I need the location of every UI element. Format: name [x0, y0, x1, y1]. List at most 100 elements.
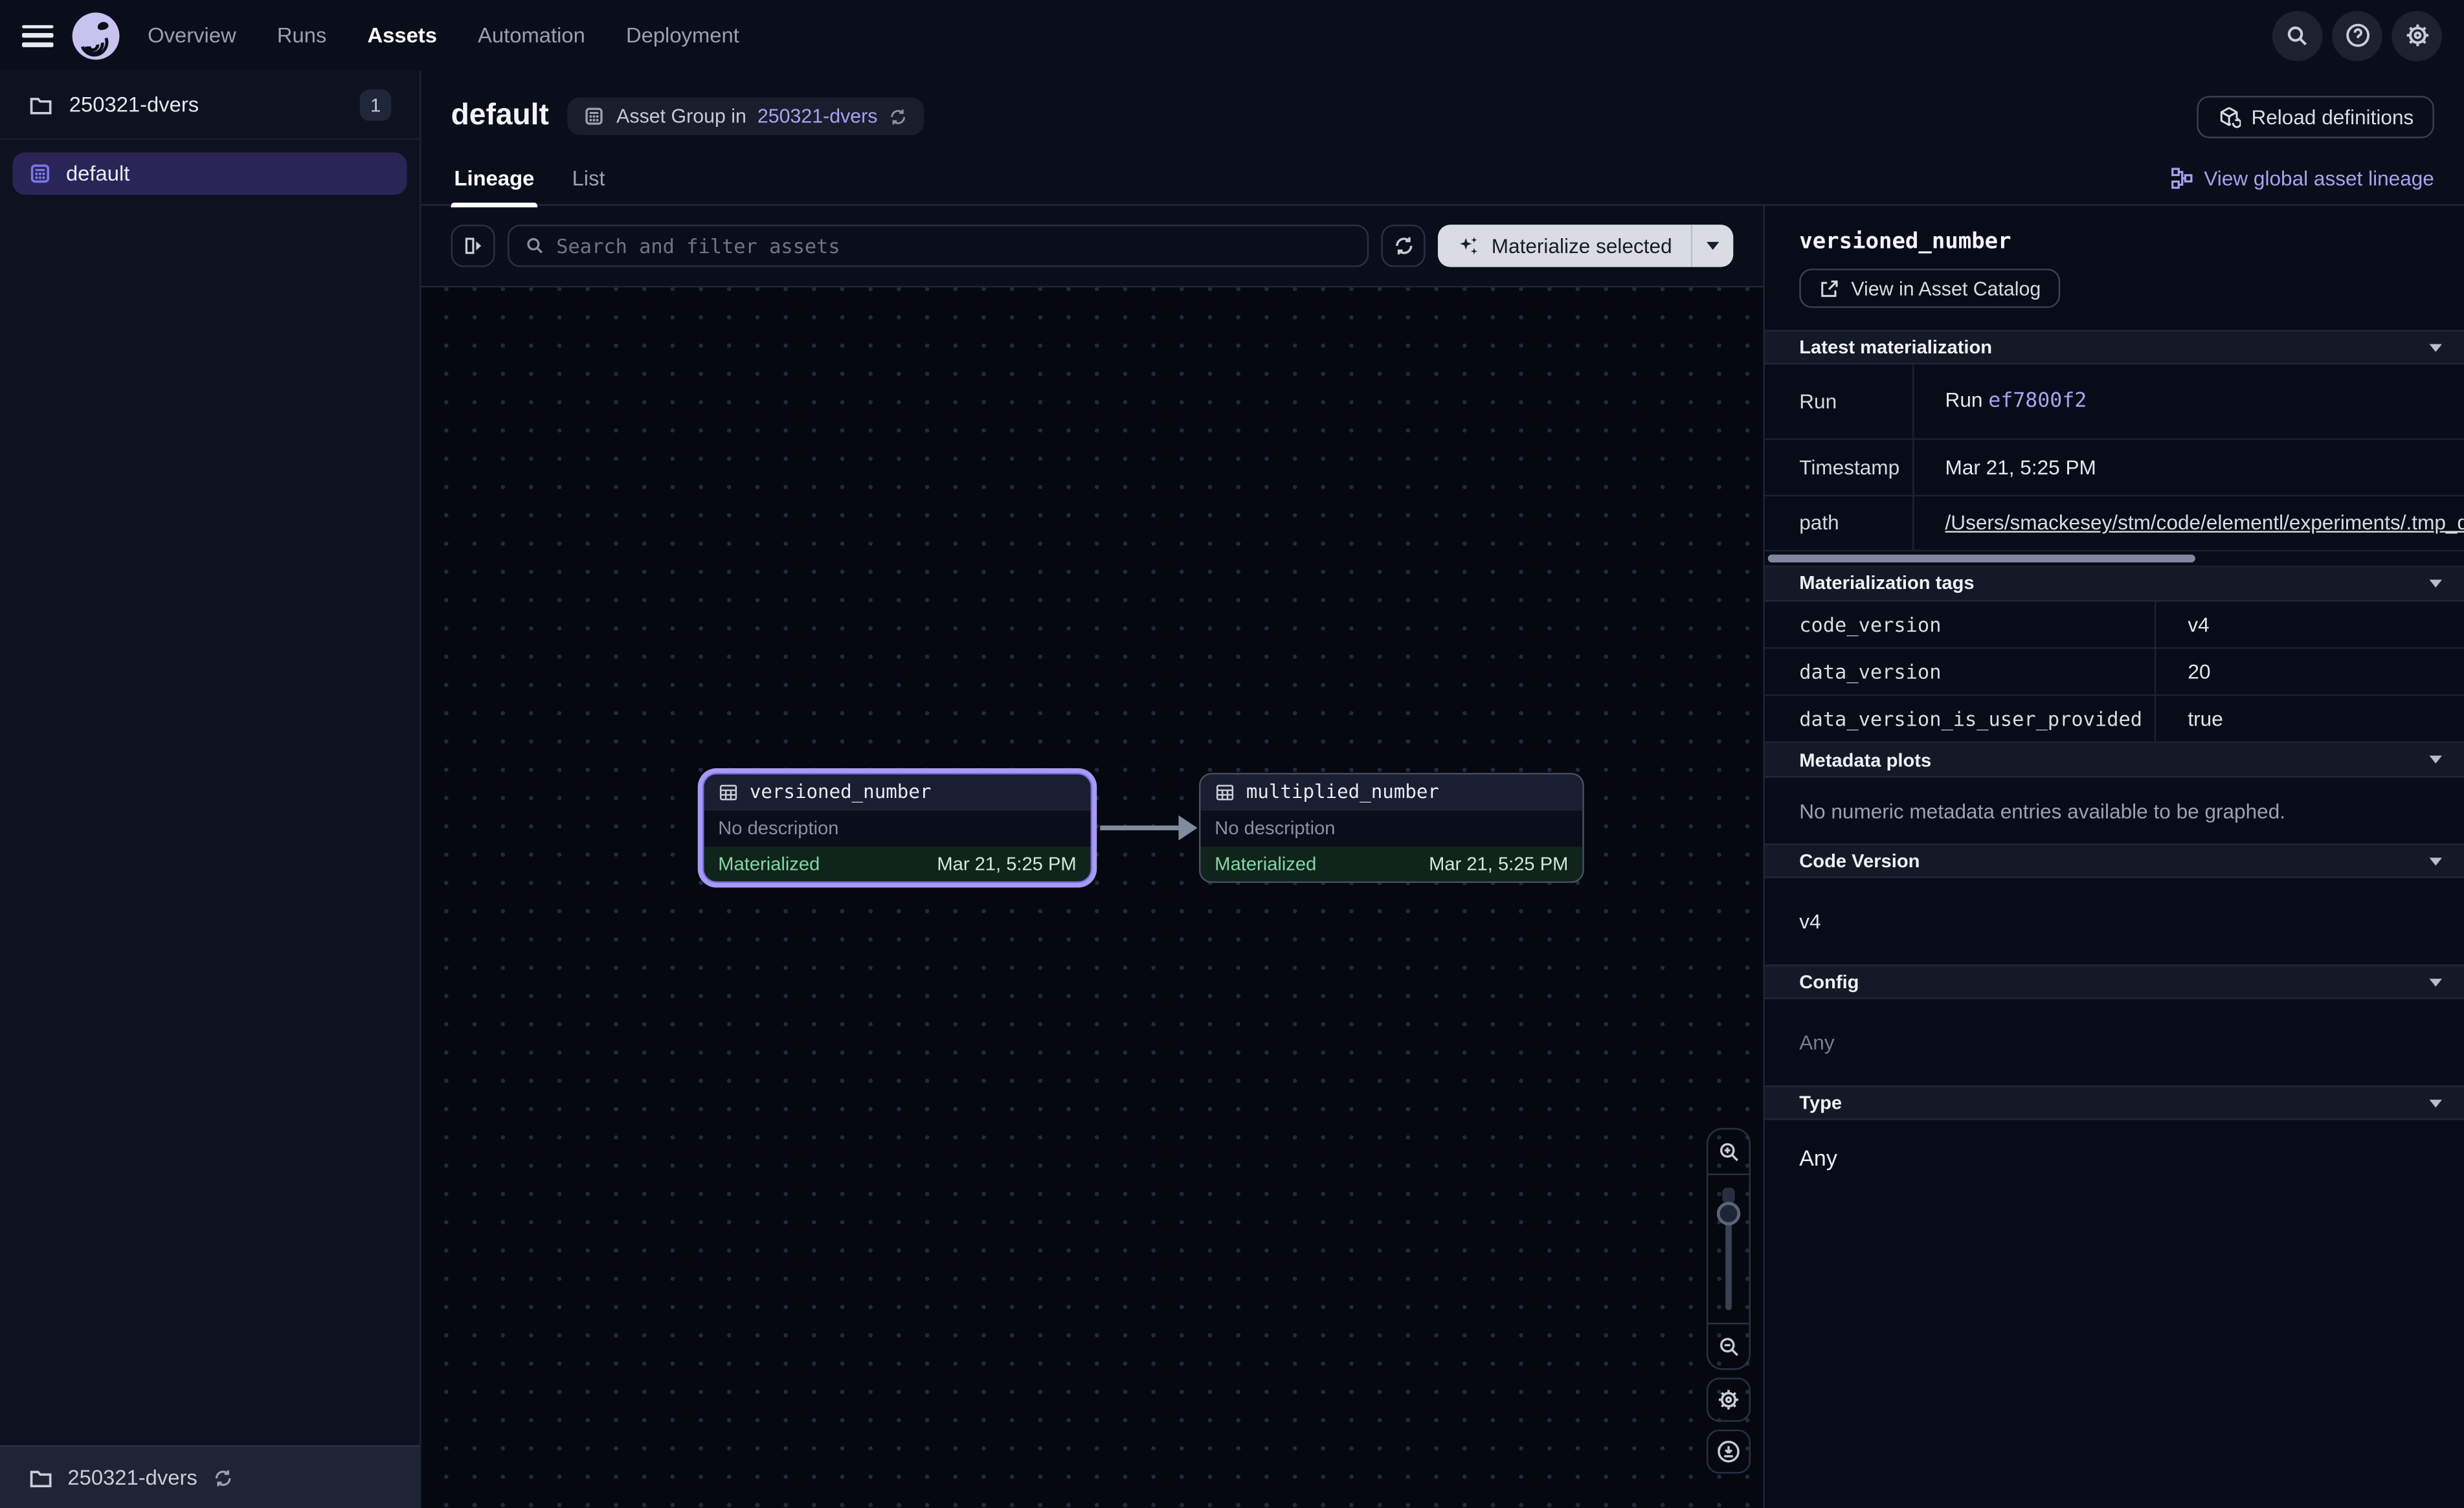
- lineage-toolbar: Materialize selected: [421, 206, 1764, 287]
- materialization-tags-table: code_version v4 data_version 20 data_ver…: [1765, 601, 2464, 743]
- section-metadata-plots[interactable]: Metadata plots: [1765, 743, 2464, 777]
- chevron-down-icon: [1707, 242, 1719, 250]
- sidebar-footer-repo[interactable]: 250321-dvers: [0, 1445, 420, 1508]
- asset-node-multiplied-number[interactable]: multiplied_number No description Materia…: [1199, 773, 1584, 883]
- collapse-triangle-icon[interactable]: [2430, 1099, 2442, 1107]
- config-value: Any: [1765, 999, 2464, 1086]
- table-row: data_version 20: [1765, 648, 2464, 695]
- zoom-in-button[interactable]: [1708, 1129, 1749, 1173]
- section-title: Materialization tags: [1799, 572, 1974, 594]
- table-icon: [1215, 782, 1235, 803]
- section-config[interactable]: Config: [1765, 964, 2464, 999]
- refresh-icon: [1392, 234, 1415, 258]
- nav-item-runs[interactable]: Runs: [277, 23, 326, 47]
- view-global-asset-lineage-label: View global asset lineage: [2204, 166, 2434, 190]
- help-button[interactable]: [2332, 10, 2382, 61]
- gear-icon: [1716, 1387, 1742, 1412]
- sidebar: 250321-dvers 1 default 250321-dvers: [0, 71, 421, 1508]
- materialize-selected-button[interactable]: Materialize selected: [1438, 225, 1691, 267]
- reload-cube-icon: [2217, 104, 2240, 128]
- view-in-asset-catalog-button[interactable]: View in Asset Catalog: [1799, 269, 2059, 308]
- sidebar-group-count-badge: 1: [360, 89, 392, 120]
- nav-item-overview[interactable]: Overview: [148, 23, 236, 47]
- asset-node-description: No description: [704, 809, 1090, 847]
- gear-icon: [2404, 22, 2430, 49]
- asset-search-input[interactable]: [556, 234, 1351, 258]
- tab-bar: Lineage List View global asset lineage: [451, 146, 2434, 206]
- nav-links: Overview Runs Assets Automation Deployme…: [148, 23, 739, 47]
- row-label: Run: [1765, 364, 1913, 438]
- open-panel-button[interactable]: [451, 225, 495, 267]
- path-link[interactable]: /Users/smackesey/stm/code/elementl/exper…: [1945, 511, 2464, 534]
- materialize-selected-label: Materialize selected: [1492, 234, 1672, 258]
- asset-node-versioned-number[interactable]: versioned_number No description Material…: [702, 773, 1092, 883]
- nav-item-deployment[interactable]: Deployment: [626, 23, 739, 47]
- asset-node-status: Materialized: [718, 853, 820, 875]
- horizontal-scrollbar: [1765, 551, 2464, 566]
- asset-node-name: versioned_number: [750, 781, 932, 803]
- run-id-link[interactable]: ef7800f2: [1988, 390, 2087, 414]
- search-button[interactable]: [2272, 10, 2323, 61]
- settings-button[interactable]: [2391, 10, 2442, 61]
- lineage-graph-canvas[interactable]: versioned_number No description Material…: [421, 287, 1764, 1508]
- zoom-out-button[interactable]: [1708, 1324, 1749, 1368]
- table-row: path /Users/smackesey/stm/code/elementl/…: [1765, 495, 2464, 550]
- type-value: Any: [1765, 1120, 2464, 1196]
- nav-item-assets[interactable]: Assets: [367, 23, 436, 47]
- run-value-prefix: Run: [1945, 388, 1983, 412]
- asset-detail-title: versioned_number: [1765, 206, 2464, 254]
- zoom-slider[interactable]: [1708, 1173, 1749, 1324]
- row-label: Timestamp: [1765, 438, 1913, 494]
- materialize-selected-split-button: Materialize selected: [1438, 225, 1733, 267]
- table-row: Timestamp Mar 21, 5:25 PM: [1765, 438, 2464, 494]
- tab-list[interactable]: List: [569, 166, 609, 206]
- asset-group-icon: [28, 162, 52, 185]
- graph-settings-button[interactable]: [1707, 1378, 1751, 1422]
- materialize-options-dropdown[interactable]: [1692, 225, 1733, 267]
- refresh-icon[interactable]: [212, 1467, 234, 1489]
- tab-lineage[interactable]: Lineage: [451, 166, 538, 206]
- section-code-version[interactable]: Code Version: [1765, 843, 2464, 878]
- horizontal-scrollbar-thumb[interactable]: [1768, 554, 2195, 562]
- refresh-icon[interactable]: [888, 106, 909, 127]
- row-label: path: [1765, 495, 1913, 550]
- section-materialization-tags[interactable]: Materialization tags: [1765, 566, 2464, 601]
- view-global-asset-lineage-link[interactable]: View global asset lineage: [2169, 166, 2434, 206]
- section-title: Metadata plots: [1799, 749, 1931, 771]
- badge-repo-link[interactable]: 250321-dvers: [757, 105, 878, 128]
- sparkles-icon: [1457, 234, 1480, 258]
- page-title: default: [451, 99, 549, 133]
- tag-value: true: [2156, 695, 2464, 742]
- asset-node-description: No description: [1200, 809, 1582, 847]
- download-icon: [1716, 1439, 1742, 1464]
- row-value: /Users/smackesey/stm/code/elementl/exper…: [1913, 495, 2464, 550]
- collapse-triangle-icon[interactable]: [2430, 978, 2442, 986]
- collapse-triangle-icon[interactable]: [2430, 857, 2442, 865]
- section-title: Config: [1799, 971, 1859, 993]
- sidebar-item-default[interactable]: default: [12, 152, 407, 195]
- dagster-logo-icon[interactable]: [73, 12, 120, 59]
- collapse-triangle-icon[interactable]: [2430, 343, 2442, 351]
- tag-value: 20: [2156, 648, 2464, 695]
- asset-search-box: [508, 225, 1369, 267]
- section-title: Latest materialization: [1799, 336, 1992, 358]
- collapse-triangle-icon[interactable]: [2430, 579, 2442, 586]
- footer-repo-name: 250321-dvers: [67, 1466, 197, 1489]
- top-nav: Overview Runs Assets Automation Deployme…: [0, 0, 2464, 71]
- reload-definitions-button[interactable]: Reload definitions: [2196, 95, 2434, 138]
- download-graph-button[interactable]: [1707, 1430, 1751, 1474]
- reload-definitions-label: Reload definitions: [2251, 104, 2414, 128]
- nav-item-automation[interactable]: Automation: [478, 23, 585, 47]
- section-type[interactable]: Type: [1765, 1085, 2464, 1120]
- zoom-slider-thumb[interactable]: [1717, 1202, 1740, 1225]
- asset-node-name: multiplied_number: [1246, 781, 1439, 803]
- sidebar-group-row[interactable]: 250321-dvers 1: [0, 71, 420, 140]
- row-value: Mar 21, 5:25 PM: [1913, 438, 2464, 494]
- hamburger-menu-icon[interactable]: [22, 25, 54, 47]
- section-latest-materialization[interactable]: Latest materialization: [1765, 330, 2464, 364]
- collapse-triangle-icon[interactable]: [2430, 756, 2442, 764]
- asset-node-status: Materialized: [1215, 853, 1316, 875]
- external-link-icon: [1818, 277, 1840, 299]
- refresh-graph-button[interactable]: [1382, 225, 1426, 267]
- table-row: Run Run ef7800f2: [1765, 364, 2464, 438]
